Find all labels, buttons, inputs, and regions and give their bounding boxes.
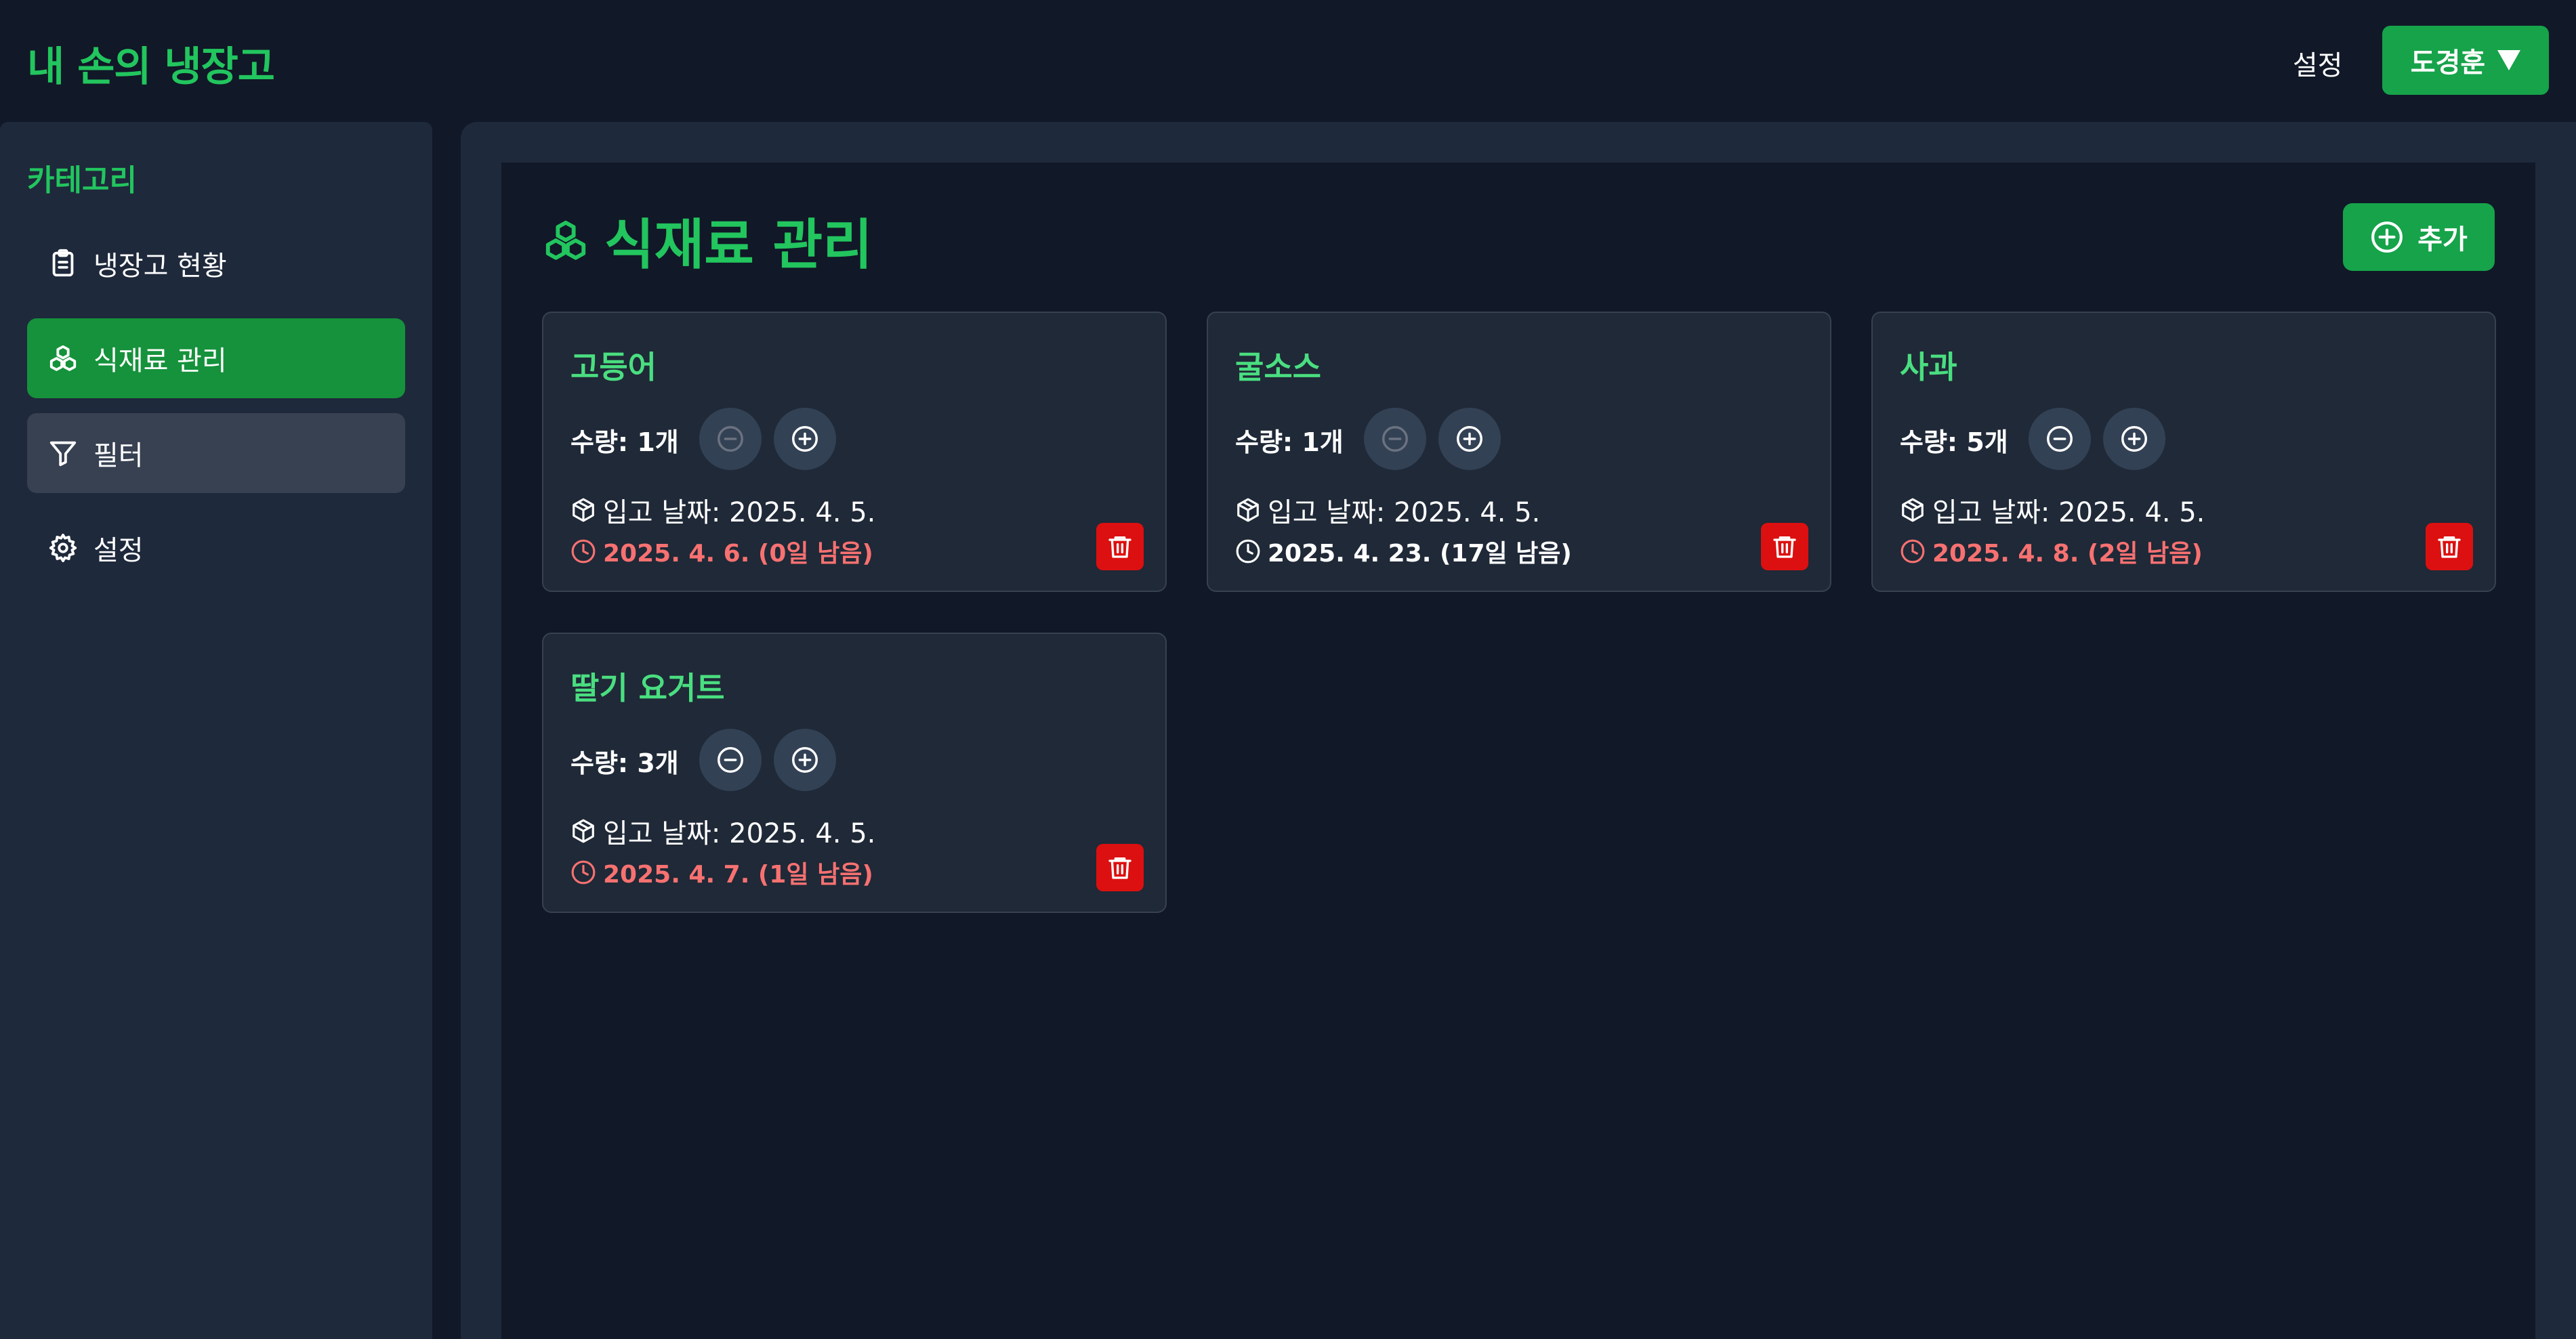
page-title: 식재료 관리: [542, 203, 873, 278]
clipboard-icon: [52, 249, 74, 277]
caret-down-icon: [2497, 50, 2521, 70]
filter-icon: [49, 441, 77, 467]
sidebar-item-label: 필터: [94, 440, 144, 471]
trash-icon: [2438, 536, 2461, 558]
minus-circle-icon: [1382, 426, 1408, 452]
increase-quantity-button[interactable]: [1438, 408, 1501, 470]
package-icon: [573, 498, 594, 522]
sidebar-item-label: 냉장고 현황: [94, 251, 227, 282]
stock-date-row: 입고 날짜: 2025. 4. 5.: [570, 490, 875, 530]
stock-date: 입고 날짜: 2025. 4. 5.: [1268, 497, 1541, 528]
expiry-date: 2025. 4. 23. (17일 남음): [1268, 540, 1572, 568]
ingredient-card: 굴소스 수량: 1개 입고 날짜: 2025. 4. 5. 2025. 4. 2…: [1207, 312, 1831, 592]
expiry-row: 2025. 4. 23. (17일 남음): [1235, 534, 1572, 569]
stock-date-row: 입고 날짜: 2025. 4. 5.: [1235, 490, 1540, 530]
plus-circle-icon: [2121, 426, 2147, 452]
page-title-text: 식재료 관리: [604, 213, 873, 276]
sidebar-item-label: 설정: [94, 535, 144, 566]
ingredient-name: 사과: [1900, 349, 1957, 385]
decrease-quantity-button[interactable]: [2029, 408, 2091, 470]
ingredient-card: 딸기 요거트 수량: 3개 입고 날짜: 2025. 4. 5. 2025. 4…: [542, 633, 1167, 913]
package-icon: [1237, 498, 1259, 522]
trash-icon: [1773, 536, 1796, 558]
header-settings-link[interactable]: 설정: [2293, 43, 2343, 83]
add-button-label: 추가: [2417, 224, 2468, 255]
sidebar-heading: 카테고리: [27, 163, 137, 198]
clock-icon: [571, 860, 596, 885]
minus-circle-icon: [2047, 426, 2073, 452]
clock-icon: [1900, 539, 1925, 564]
delete-ingredient-button[interactable]: [1096, 844, 1144, 891]
sidebar-item-fridge-status[interactable]: 냉장고 현황: [27, 224, 405, 303]
clock-icon: [571, 539, 596, 564]
sidebar-item-ingredients[interactable]: 식재료 관리: [27, 318, 405, 398]
quantity-label: 수량: 1개: [570, 427, 679, 457]
plus-circle-icon: [2371, 221, 2403, 253]
stock-date: 입고 날짜: 2025. 4. 5.: [603, 818, 876, 849]
stock-date-row: 입고 날짜: 2025. 4. 5.: [1900, 490, 2205, 530]
trash-icon: [1108, 536, 1131, 558]
expiry-row: 2025. 4. 7. (1일 남음): [570, 855, 873, 890]
app-title: 내 손의 냉장고: [27, 43, 275, 91]
ingredient-name: 딸기 요거트: [570, 670, 725, 706]
plus-circle-icon: [792, 426, 818, 452]
increase-quantity-button[interactable]: [774, 408, 836, 470]
ingredients-icon: [49, 345, 77, 371]
expiry-date: 2025. 4. 8. (2일 남음): [1932, 540, 2203, 568]
delete-ingredient-button[interactable]: [1096, 523, 1144, 570]
stock-date: 입고 날짜: 2025. 4. 5.: [603, 497, 876, 528]
sidebar-item-filter[interactable]: 필터: [27, 413, 405, 493]
package-icon: [573, 819, 594, 843]
ingredient-card: 고등어 수량: 1개 입고 날짜: 2025. 4. 5. 2025. 4. 6…: [542, 312, 1167, 592]
ingredient-name: 고등어: [570, 349, 657, 385]
stock-date-row: 입고 날짜: 2025. 4. 5.: [570, 811, 875, 851]
gear-icon: [49, 533, 77, 563]
ingredients-icon: [545, 220, 586, 260]
delete-ingredient-button[interactable]: [1761, 523, 1808, 570]
quantity-label: 수량: 5개: [1900, 427, 2008, 457]
increase-quantity-button[interactable]: [2103, 408, 2165, 470]
decrease-quantity-button[interactable]: [699, 408, 762, 470]
delete-ingredient-button[interactable]: [2426, 523, 2473, 570]
minus-circle-icon: [718, 747, 743, 773]
ingredient-name: 굴소스: [1235, 349, 1321, 385]
expiry-row: 2025. 4. 8. (2일 남음): [1900, 534, 2203, 569]
quantity-label: 수량: 1개: [1235, 427, 1344, 457]
sidebar-item-label: 식재료 관리: [94, 345, 227, 377]
quantity-label: 수량: 3개: [570, 748, 679, 778]
expiry-date: 2025. 4. 6. (0일 남음): [603, 540, 873, 568]
expiry-date: 2025. 4. 7. (1일 남음): [603, 861, 873, 889]
plus-circle-icon: [1457, 426, 1482, 452]
clock-icon: [1236, 539, 1260, 564]
stock-date: 입고 날짜: 2025. 4. 5.: [1932, 497, 2205, 528]
user-menu-button[interactable]: 도경훈: [2382, 26, 2549, 95]
package-icon: [1902, 498, 1924, 522]
app-header: 내 손의 냉장고 설정 도경훈: [0, 0, 2576, 122]
user-name: 도경훈: [2410, 47, 2486, 79]
decrease-quantity-button[interactable]: [1364, 408, 1426, 470]
trash-icon: [1108, 857, 1131, 879]
sidebar-item-settings[interactable]: 설정: [27, 508, 405, 588]
sidebar: 카테고리 냉장고 현황 식재료 관리 필터 설정: [0, 122, 432, 1339]
plus-circle-icon: [792, 747, 818, 773]
expiry-row: 2025. 4. 6. (0일 남음): [570, 534, 873, 569]
decrease-quantity-button[interactable]: [699, 729, 762, 791]
minus-circle-icon: [718, 426, 743, 452]
increase-quantity-button[interactable]: [774, 729, 836, 791]
ingredient-card: 사과 수량: 5개 입고 날짜: 2025. 4. 5. 2025. 4. 8.…: [1871, 312, 2496, 592]
add-ingredient-button[interactable]: 추가: [2343, 203, 2495, 271]
